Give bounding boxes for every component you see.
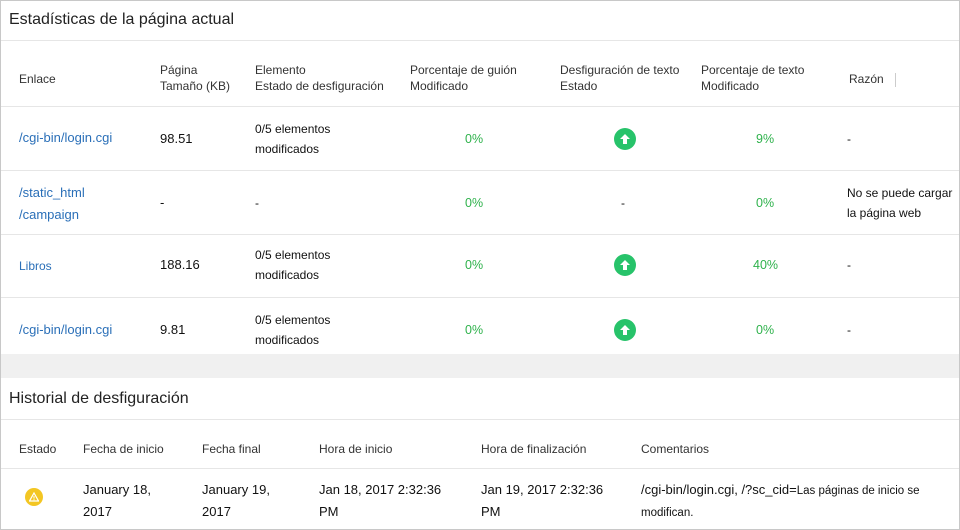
header-script: Porcentaje de guión Modificado [410, 63, 517, 93]
header-link: Enlace [19, 72, 56, 86]
section-gap [1, 354, 959, 378]
arrow-up-icon [614, 128, 636, 150]
row-script-pct: 0% [465, 196, 484, 210]
divider [1, 106, 959, 107]
header-comments: Comentarios [641, 442, 710, 456]
row-text-pct: 40% [753, 258, 779, 272]
row-element: - [255, 196, 259, 210]
end-time: Jan 19, 2017 2:32:36 PM [481, 482, 604, 519]
divider [1, 419, 959, 420]
divider [1, 468, 959, 469]
comments: /cgi-bin/login.cgi, /?sc_cid=Las páginas… [641, 482, 920, 519]
row-size: 188.16 [160, 257, 200, 272]
warning-icon [25, 488, 43, 506]
start-date: January 18, 2017 [83, 482, 151, 519]
row-text-pct: 0% [756, 323, 775, 337]
header-start-time: Hora de inicio [319, 442, 393, 456]
divider [1, 297, 959, 298]
arrow-up-icon [614, 319, 636, 341]
column-resize-handle[interactable] [895, 73, 896, 87]
row-element: 0/5 elementos modificados [255, 313, 331, 347]
row-size: 98.51 [160, 131, 193, 146]
defacement-panel: Estadísticas de la página actual Enlace … [0, 0, 960, 530]
row-script-pct: 0% [465, 323, 484, 337]
row-size: - [160, 195, 165, 210]
row-link[interactable]: /cgi-bin/login.cgi [19, 320, 112, 340]
row-script-pct: 0% [465, 132, 484, 146]
row-text-pct: 0% [756, 196, 775, 210]
header-start-date: Fecha de inicio [83, 442, 164, 456]
divider [1, 234, 959, 235]
header-reason: Razón [849, 72, 884, 86]
end-date: January 19, 2017 [202, 482, 270, 519]
stats-title: Estadísticas de la página actual [9, 11, 235, 28]
row-element: 0/5 elementos modificados [255, 248, 331, 282]
start-time: Jan 18, 2017 2:32:36 PM [319, 482, 442, 519]
header-status: Estado [19, 442, 57, 456]
arrow-up-icon [614, 254, 636, 276]
row-text-state: - [621, 196, 625, 210]
header-end-date: Fecha final [202, 442, 261, 456]
row-text-pct: 9% [756, 132, 775, 146]
row-script-pct: 0% [465, 258, 484, 272]
row-link[interactable]: /static_html/campaign [19, 182, 85, 226]
history-title: Historial de desfiguración [9, 390, 189, 407]
row-reason: - [847, 258, 851, 272]
row-element: 0/5 elementos modificados [255, 122, 331, 156]
row-size: 9.81 [160, 322, 186, 337]
header-element: Elemento Estado de desfiguración [255, 63, 384, 93]
divider [1, 170, 959, 171]
header-text-pct: Porcentaje de texto Modificado [701, 63, 805, 93]
header-end-time: Hora de finalización [481, 442, 587, 456]
header-text-state: Desfiguración de texto Estado [560, 63, 680, 93]
row-reason: - [847, 132, 851, 146]
header-size: Página Tamaño (KB) [160, 63, 231, 93]
row-reason: No se puede cargar la página web [847, 186, 953, 220]
row-link[interactable]: Libros [19, 256, 52, 276]
divider [1, 40, 959, 41]
row-reason: - [847, 323, 851, 337]
row-link[interactable]: /cgi-bin/login.cgi [19, 128, 112, 148]
